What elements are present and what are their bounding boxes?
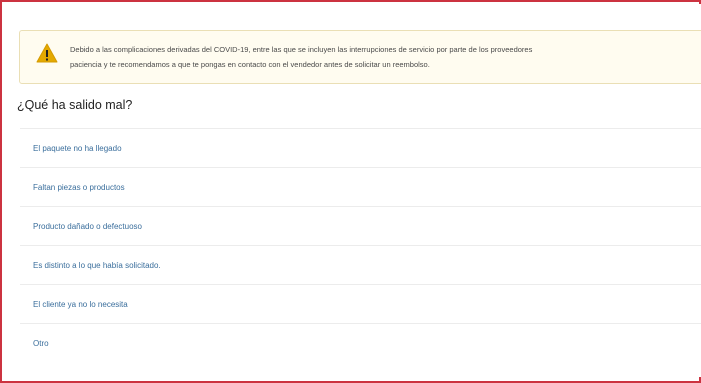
- section-title: ¿Qué ha salido mal?: [17, 98, 133, 112]
- option-package-not-arrived[interactable]: El paquete no ha llegado: [20, 129, 701, 168]
- alert-message: Debido a las complicaciones derivadas de…: [70, 42, 701, 72]
- refund-panel: Debido a las complicaciones derivadas de…: [4, 4, 701, 377]
- option-different-item[interactable]: Es distinto a lo que había solicitado.: [20, 246, 701, 285]
- option-other[interactable]: Otro: [20, 324, 701, 363]
- alert-message-line-2: paciencia y te recomendamos a que te pon…: [70, 60, 430, 69]
- problem-options-list: El paquete no ha llegado Faltan piezas o…: [20, 128, 701, 363]
- warning-icon: [36, 43, 58, 63]
- option-damaged-product[interactable]: Producto dañado o defectuoso: [20, 207, 701, 246]
- alert-message-line-1: Debido a las complicaciones derivadas de…: [70, 45, 533, 54]
- covid-alert-banner: Debido a las complicaciones derivadas de…: [19, 30, 701, 84]
- option-no-longer-needed[interactable]: El cliente ya no lo necesita: [20, 285, 701, 324]
- option-missing-parts[interactable]: Faltan piezas o productos: [20, 168, 701, 207]
